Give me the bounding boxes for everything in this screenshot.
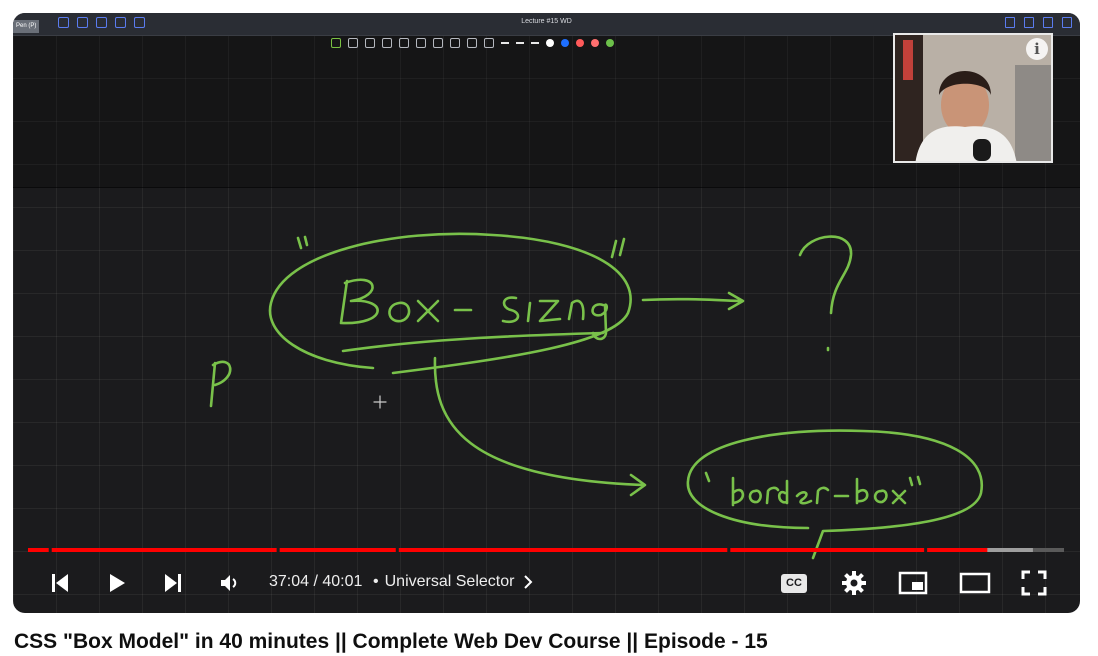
captions-label: CC [786, 576, 802, 589]
quote-mark-left [296, 235, 309, 250]
quote-mark-right [610, 237, 626, 259]
next-icon [165, 574, 181, 592]
box-sizing-text-z [538, 299, 562, 323]
fullscreen-icon [1021, 570, 1047, 596]
box-sizing-text-o [388, 301, 411, 323]
theater-mode-button[interactable] [955, 561, 995, 605]
chapter-marker [395, 548, 399, 552]
border-box-quote [704, 471, 711, 483]
play-button[interactable] [100, 561, 134, 605]
arrow-to-question [641, 291, 745, 311]
next-button[interactable] [156, 561, 190, 605]
webcam-overlay: i [893, 33, 1053, 163]
chevron-right-icon [524, 575, 533, 589]
video-player[interactable]: Pen (P) Lecture #15 WD i 37:04 / 40:01 •… [13, 13, 1080, 613]
video-title: CSS "Box Model" in 40 minutes || Complet… [14, 630, 768, 653]
arrow-to-border-box [433, 356, 647, 497]
previous-button[interactable] [43, 561, 77, 605]
settings-gear-icon [842, 571, 866, 595]
chapter-marker [276, 548, 280, 552]
miniplayer-button[interactable] [895, 561, 931, 605]
info-icon[interactable]: i [1026, 38, 1048, 60]
progress-played [28, 548, 988, 552]
chapter-button[interactable]: • Universal Selector [373, 573, 536, 591]
box-sizing-text-B [339, 278, 379, 325]
chapter-title: Universal Selector [384, 573, 515, 590]
settings-button[interactable] [836, 561, 872, 605]
fullscreen-button[interactable] [1016, 561, 1052, 605]
box-sizing-text-s [501, 296, 520, 324]
box-sizing-text-x [416, 299, 440, 323]
box-sizing-text-i [526, 301, 532, 323]
volume-button[interactable] [212, 561, 246, 605]
miniplayer-icon [898, 571, 928, 595]
chapter-marker [924, 548, 928, 552]
player-controls: 37:04 / 40:01 • Universal Selector CC [13, 561, 1080, 605]
cursor-icon [373, 395, 387, 409]
captions-icon: CC [781, 573, 807, 593]
previous-icon [52, 574, 68, 592]
question-mark [798, 235, 853, 352]
theater-mode-icon [959, 572, 991, 594]
progress-bar[interactable] [28, 548, 1064, 552]
border-box-text [731, 475, 922, 507]
box-sizing-ellipse [268, 232, 632, 375]
chapter-marker [727, 548, 731, 552]
chapter-separator: • [373, 573, 379, 590]
captions-button[interactable]: CC [776, 561, 812, 605]
volume-icon [221, 575, 237, 591]
letter-p [209, 360, 232, 408]
chapter-marker [48, 548, 52, 552]
box-sizing-underline [341, 331, 605, 353]
time-display: 37:04 / 40:01 [269, 573, 363, 590]
play-icon [110, 574, 125, 592]
